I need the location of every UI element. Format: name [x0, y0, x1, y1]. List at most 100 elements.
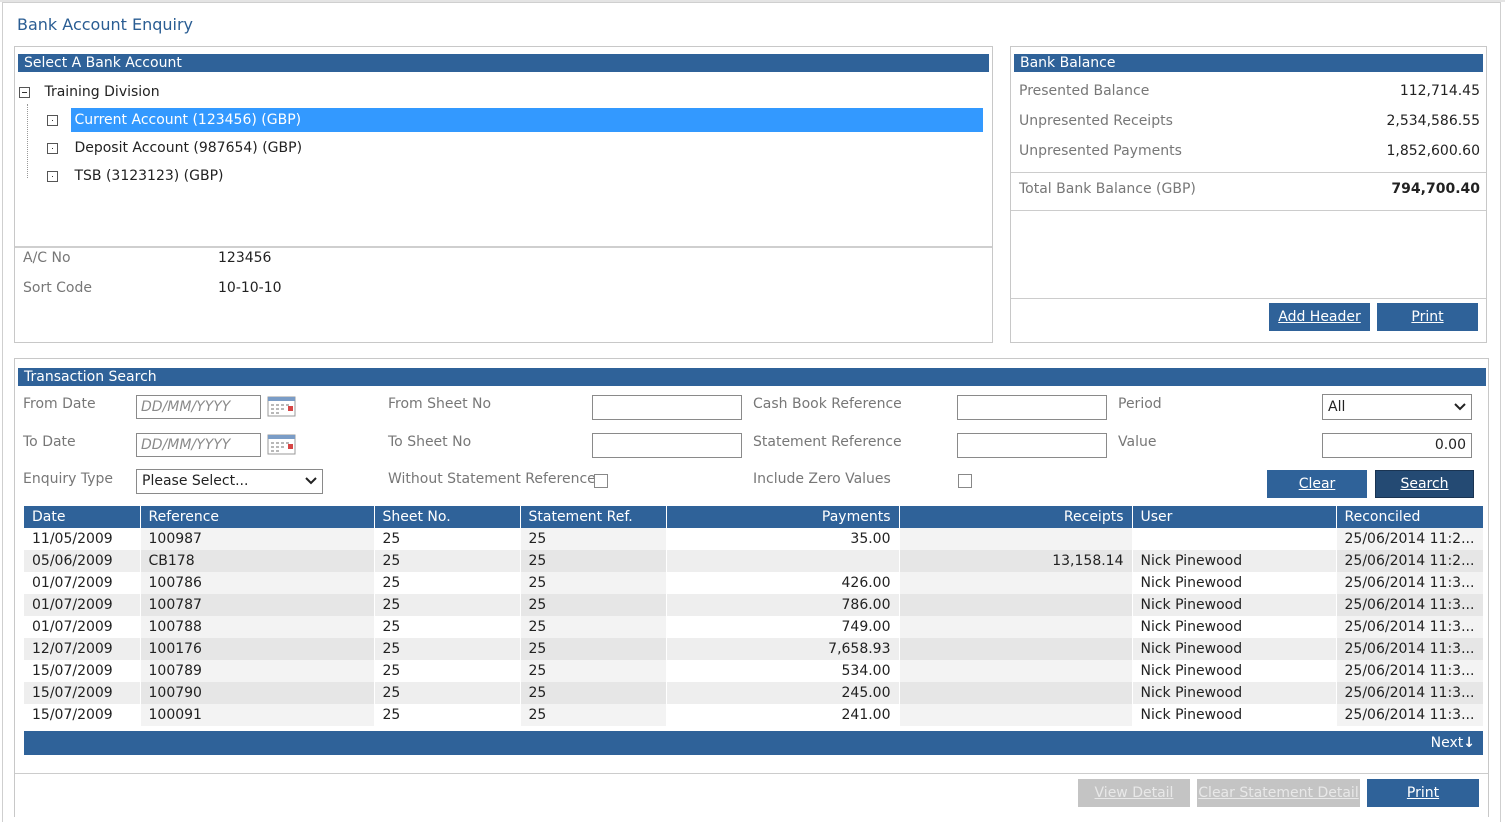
sort-code-label: Sort Code — [23, 280, 92, 296]
enquiry-type-select[interactable]: Please Select... — [136, 469, 323, 494]
transaction-search-header: Transaction Search — [18, 368, 1486, 386]
from-sheet-input[interactable] — [592, 395, 742, 420]
ac-no-value: 123456 — [218, 250, 272, 266]
period-label: Period — [1118, 396, 1162, 412]
col-payments[interactable]: Payments — [666, 506, 900, 528]
table-cell: 01/07/2009 — [24, 594, 141, 616]
table-row[interactable]: 05/06/2009 CB178 25 25 13,158.14 Nick Pinewoo… — [24, 550, 1484, 572]
col-statement-ref[interactable]: Statement Ref. — [520, 506, 667, 528]
chevron-down-icon — [1453, 395, 1467, 427]
table-cell: 25 — [520, 572, 667, 594]
col-sheet-no[interactable]: Sheet No. — [374, 506, 521, 528]
table-cell: 100788 — [140, 616, 375, 638]
table-cell: 426.00 — [666, 572, 900, 594]
without-statement-checkbox[interactable] — [594, 474, 608, 488]
results-grid: Date Reference Sheet No. Statement Ref. … — [24, 506, 1484, 757]
table-cell: 25 — [374, 594, 521, 616]
period-value: All — [1328, 399, 1346, 415]
table-cell: 25/06/2014 11:3... — [1336, 616, 1484, 638]
table-cell: 25/06/2014 11:3... — [1336, 682, 1484, 704]
table-cell: Nick Pinewood — [1132, 682, 1337, 704]
table-row[interactable]: 11/05/2009 100987 25 25 35.00 25/06/2014 11:2… — [24, 528, 1484, 550]
table-cell: 25/06/2014 11:3... — [1336, 572, 1484, 594]
collapse-icon[interactable] — [19, 86, 30, 98]
tree-item-label: Current Account (123456) (GBP) — [71, 108, 984, 132]
table-cell: 245.00 — [666, 682, 900, 704]
footer-print-button[interactable]: Print — [1367, 779, 1479, 807]
expand-icon[interactable] — [47, 114, 58, 126]
to-sheet-label: To Sheet No — [388, 434, 472, 450]
total-balance-value: 794,700.40 — [1391, 181, 1480, 197]
table-cell: 25 — [374, 528, 521, 550]
calendar-icon[interactable] — [267, 395, 297, 418]
table-row[interactable]: 01/07/2009 100787 25 25 786.00 Nick Pinewood 2… — [24, 594, 1484, 616]
table-row[interactable]: 01/07/2009 100788 25 25 749.00 Nick Pinewood 2… — [24, 616, 1484, 638]
table-cell: 100787 — [140, 594, 375, 616]
table-cell: 100790 — [140, 682, 375, 704]
col-reconciled[interactable]: Reconciled — [1336, 506, 1484, 528]
search-button[interactable]: Search — [1375, 470, 1474, 498]
presented-balance-value: 112,714.45 — [1399, 83, 1480, 99]
table-cell: 749.00 — [666, 616, 900, 638]
view-detail-button[interactable]: View Detail — [1078, 779, 1190, 807]
divider — [1011, 298, 1486, 299]
account-panel-header: Select A Bank Account — [18, 54, 989, 72]
table-cell: 25/06/2014 11:2... — [1336, 528, 1484, 550]
calendar-icon[interactable] — [267, 433, 297, 456]
tree-root[interactable]: Training Division — [19, 80, 160, 104]
clear-statement-detail-button[interactable]: Clear Statement Detail — [1197, 779, 1360, 807]
table-cell: 25 — [520, 660, 667, 682]
add-header-button[interactable]: Add Header — [1269, 303, 1370, 331]
table-row[interactable]: 12/07/2009 100176 25 25 7,658.93 Nick Pinewoo… — [24, 638, 1484, 660]
col-receipts[interactable]: Receipts — [899, 506, 1133, 528]
tree-item-deposit-account[interactable]: Deposit Account (987654) (GBP) — [47, 136, 302, 160]
table-cell — [1132, 528, 1337, 550]
table-row[interactable]: 15/07/2009 100790 25 25 245.00 Nick Pinewood 2… — [24, 682, 1484, 704]
tree-item-label: TSB (3123123) (GBP) — [74, 168, 224, 184]
next-link[interactable]: Next↓ — [1431, 735, 1475, 751]
table-cell: 25 — [520, 616, 667, 638]
table-cell: 25 — [374, 638, 521, 660]
table-row[interactable]: 15/07/2009 100789 25 25 534.00 Nick Pinewood 2… — [24, 660, 1484, 682]
without-statement-label: Without Statement Reference — [388, 471, 596, 487]
divider — [15, 773, 1488, 774]
table-row[interactable]: 15/07/2009 100091 25 25 241.00 Nick Pinewood 2… — [24, 704, 1484, 726]
col-date[interactable]: Date — [24, 506, 141, 528]
from-date-input[interactable]: DD/MM/YYYY — [136, 395, 261, 419]
table-cell: 25 — [520, 682, 667, 704]
balance-print-button[interactable]: Print — [1377, 303, 1478, 331]
clear-button[interactable]: Clear — [1267, 470, 1367, 498]
chevron-down-icon — [304, 470, 318, 500]
grid-pager: Next↓ — [24, 731, 1483, 755]
table-cell: Nick Pinewood — [1132, 572, 1337, 594]
statement-ref-input[interactable] — [957, 433, 1107, 458]
value-label: Value — [1118, 434, 1157, 450]
include-zero-checkbox[interactable] — [958, 474, 972, 488]
table-cell: 100987 — [140, 528, 375, 550]
table-cell: 01/07/2009 — [24, 616, 141, 638]
to-sheet-input[interactable] — [592, 433, 742, 458]
unpresented-receipts-value: 2,534,586.55 — [1386, 113, 1480, 129]
tree-item-tsb[interactable]: TSB (3123123) (GBP) — [47, 164, 224, 188]
table-cell — [899, 528, 1133, 550]
expand-icon[interactable] — [47, 142, 58, 154]
tree-item-current-account[interactable]: Current Account (123456) (GBP) — [47, 108, 989, 132]
table-cell — [899, 594, 1133, 616]
col-user[interactable]: User — [1132, 506, 1337, 528]
to-date-input[interactable]: DD/MM/YYYY — [136, 433, 261, 457]
statement-ref-label: Statement Reference — [753, 434, 902, 450]
table-cell: 35.00 — [666, 528, 900, 550]
table-cell: 15/07/2009 — [24, 682, 141, 704]
divider — [1011, 172, 1486, 173]
table-row[interactable]: 01/07/2009 100786 25 25 426.00 Nick Pinewood 2… — [24, 572, 1484, 594]
page-title: Bank Account Enquiry — [17, 15, 193, 34]
col-reference[interactable]: Reference — [140, 506, 375, 528]
balance-panel: Bank Balance Presented Balance 112,714.4… — [1010, 46, 1487, 343]
cash-book-input[interactable] — [957, 395, 1107, 420]
total-balance-label: Total Bank Balance (GBP) — [1019, 181, 1196, 197]
expand-icon[interactable] — [47, 170, 58, 182]
transaction-search-panel: Transaction Search From Date DD/MM/YYYY … — [14, 358, 1489, 817]
period-select[interactable]: All — [1322, 394, 1472, 420]
value-input[interactable]: 0.00 — [1322, 433, 1472, 458]
table-cell: 25/06/2014 11:3... — [1336, 638, 1484, 660]
